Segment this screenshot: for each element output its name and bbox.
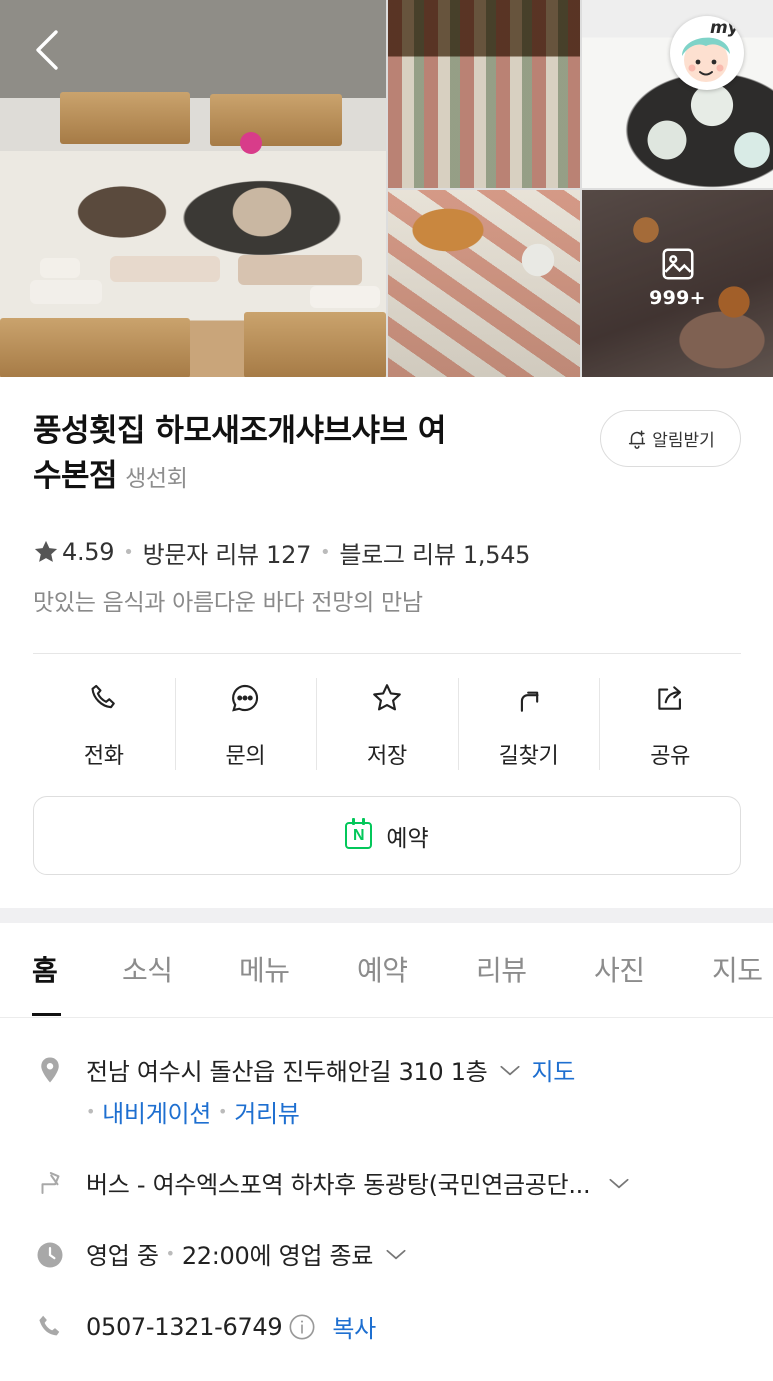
turn-arrow-icon [34, 1167, 66, 1199]
photo-2[interactable] [388, 0, 580, 188]
notification-subscribe-button[interactable]: 알림받기 [600, 410, 741, 467]
street-view-link[interactable]: 거리뷰 [234, 1094, 300, 1129]
star-icon [373, 684, 401, 711]
photo-4[interactable] [388, 190, 580, 377]
photo-count: 999+ [649, 286, 706, 309]
place-description: 맛있는 음식과 아름다운 바다 전망의 만남 [33, 590, 423, 616]
inquiry-button[interactable]: 문의 [174, 678, 317, 772]
bell-plus-icon [629, 429, 646, 449]
tab-photos[interactable]: 사진 [594, 949, 645, 989]
call-label: 전화 [83, 744, 124, 769]
chevron-down-icon[interactable] [383, 1241, 409, 1267]
directions-text: 버스 - 여수엑스포역 하차후 동광탕(국민연금공단... [86, 1171, 591, 1199]
chat-icon [232, 684, 259, 712]
visitor-reviews-link[interactable]: 방문자 리뷰 127 [143, 535, 312, 570]
phone-number[interactable]: 0507-1321-6749 [86, 1313, 283, 1341]
back-arrow-icon [36, 30, 58, 70]
copy-phone-button[interactable]: 복사 [332, 1309, 376, 1344]
tab-news[interactable]: 소식 [122, 949, 173, 989]
chevron-down-icon[interactable] [497, 1057, 523, 1083]
phone-icon [34, 1311, 66, 1343]
share-label: 공유 [650, 744, 691, 769]
place-title: 풍성횟집 하모새조개샤브샤브 여 수본점 생선회 [33, 409, 553, 499]
inquiry-label: 문의 [225, 744, 266, 769]
separator-dot: • [218, 1102, 228, 1121]
share-icon [658, 686, 682, 710]
save-label: 저장 [367, 744, 407, 769]
separator-dot: • [123, 541, 134, 563]
section-gap [0, 908, 773, 923]
tab-reviews[interactable]: 리뷰 [476, 949, 527, 989]
directions-button[interactable]: 길찾기 [457, 678, 600, 772]
more-photos-overlay[interactable]: 999+ [582, 190, 773, 377]
blog-reviews-link[interactable]: 블로그 리뷰 1,545 [339, 535, 530, 570]
call-button[interactable]: 전화 [33, 678, 175, 772]
tab-bar: 홈 소식 메뉴 예약 리뷰 사진 지도 [0, 923, 773, 1018]
my-profile-button[interactable]: my [670, 16, 744, 90]
back-button[interactable] [24, 26, 68, 74]
my-label: my [710, 18, 739, 38]
notification-label: 알림받기 [652, 431, 715, 451]
address-text: 전남 여수시 돌산읍 진두해안길 310 1층 [86, 1058, 488, 1086]
navigation-link[interactable]: 내비게이션 [102, 1094, 211, 1129]
directions-label: 길찾기 [498, 744, 559, 769]
info-icon[interactable] [288, 1313, 316, 1341]
place-name-line1: 풍성횟집 하모새조개샤브샤브 여 [33, 413, 446, 449]
photo-3[interactable] [582, 0, 773, 188]
phone-icon [91, 684, 115, 709]
separator-dot: • [320, 541, 331, 563]
naver-booking-icon: N [345, 818, 373, 849]
separator-dot: • [86, 1102, 96, 1121]
share-button[interactable]: 공유 [599, 678, 741, 772]
place-category: 생선회 [125, 466, 188, 492]
route-icon [520, 691, 539, 712]
active-tab-indicator [32, 1013, 61, 1016]
separator-dot: • [165, 1244, 175, 1263]
map-link[interactable]: 지도 [531, 1052, 575, 1087]
tab-map[interactable]: 지도 [712, 949, 763, 989]
tab-reservation[interactable]: 예약 [357, 949, 408, 989]
location-pin-icon [34, 1054, 66, 1086]
image-icon [661, 247, 694, 280]
divider [33, 653, 741, 654]
star-rating-icon [34, 540, 58, 562]
clock-icon [34, 1239, 66, 1271]
hours-detail: 22:00에 영업 종료 [181, 1242, 374, 1270]
reservation-button[interactable]: N 예약 [33, 796, 741, 875]
save-button[interactable]: 저장 [316, 678, 458, 772]
action-bar: 전화 문의 저장 길찾기 공유 [33, 678, 741, 772]
review-stats: 4.59 • 방문자 리뷰 127 • 블로그 리뷰 1,545 [32, 533, 530, 571]
place-name-line2: 수본점 [33, 458, 118, 494]
tab-menu[interactable]: 메뉴 [239, 949, 290, 989]
hours-status: 영업 중 [86, 1242, 159, 1270]
tab-home[interactable]: 홈 [32, 949, 58, 989]
rating-value: 4.59 [62, 538, 115, 566]
reservation-label: 예약 [386, 825, 429, 852]
chevron-down-icon[interactable] [606, 1170, 632, 1196]
photo-gallery[interactable]: 999+ my [0, 0, 773, 377]
